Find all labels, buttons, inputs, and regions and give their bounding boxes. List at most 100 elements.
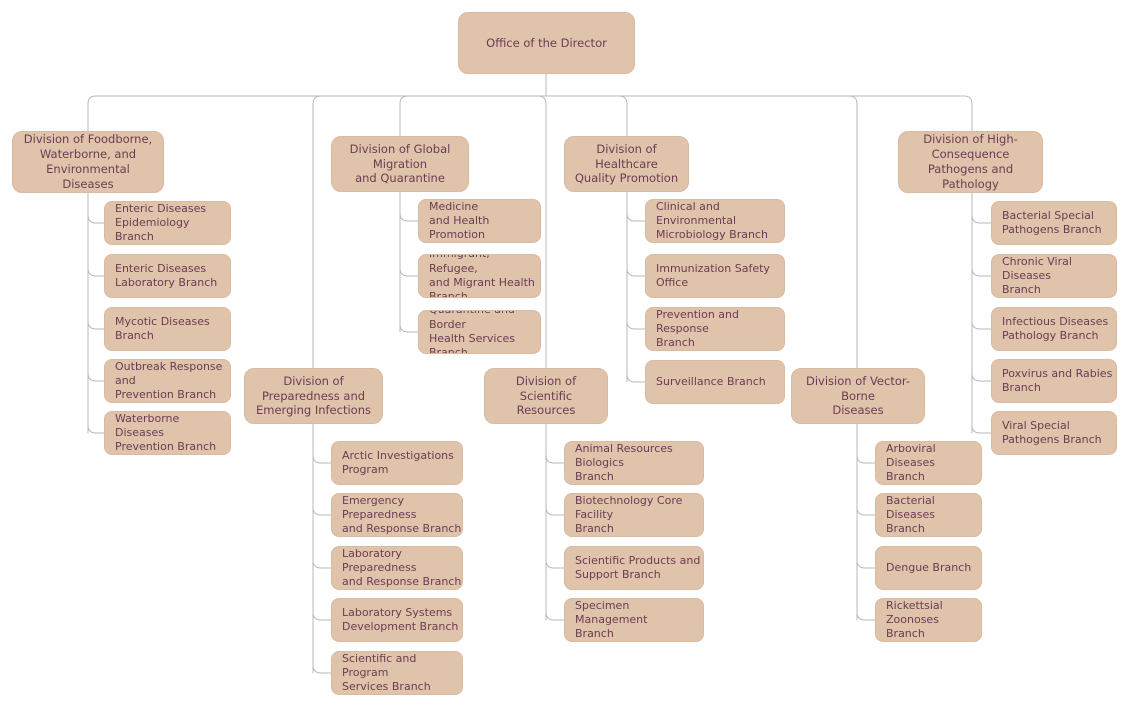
branch-node-high-consequence-1[interactable]: Chronic Viral Diseases Branch	[991, 254, 1117, 298]
division-node-global-migration-label: Division of Global Migration and Quarant…	[349, 141, 451, 186]
division-node-preparedness[interactable]: Division of Preparedness and Emerging In…	[244, 368, 383, 424]
branch-node-scientific-resources-0-label: Animal Resources Biologics Branch	[575, 441, 673, 484]
branch-node-high-consequence-3[interactable]: Poxvirus and Rabies Branch	[991, 359, 1117, 403]
branch-stub-scientific-resources-2	[545, 559, 565, 569]
branch-stub-vector-borne-3	[856, 611, 876, 621]
branch-stub-scientific-resources-1	[545, 506, 565, 516]
division-drop-preparedness	[312, 95, 322, 369]
branch-stub-preparedness-0	[312, 454, 332, 464]
branch-stub-foodborne-2	[87, 320, 105, 330]
division-node-global-migration[interactable]: Division of Global Migration and Quarant…	[331, 136, 469, 192]
division-node-preparedness-label: Division of Preparedness and Emerging In…	[256, 373, 371, 418]
branch-node-high-consequence-1-label: Chronic Viral Diseases Branch	[1002, 254, 1072, 297]
branch-node-healthcare-quality-3[interactable]: Surveillance Branch	[645, 360, 785, 404]
branch-node-preparedness-4[interactable]: Scientific and Program Services Branch	[331, 651, 463, 695]
branch-stub-preparedness-2	[312, 559, 332, 569]
branch-node-high-consequence-2-label: Infectious Diseases Pathology Branch	[1002, 314, 1109, 342]
branch-stub-high-consequence-1	[971, 267, 992, 277]
division-node-vector-borne[interactable]: Division of Vector-Borne Diseases	[791, 368, 925, 424]
branch-node-global-migration-0[interactable]: Geographic Medicine and Health Promotion…	[418, 199, 541, 243]
branch-stub-vector-borne-0	[856, 454, 876, 464]
branch-node-vector-borne-3-label: Rickettsial Zoonoses Branch	[886, 598, 943, 641]
branch-stub-high-consequence-4	[971, 424, 992, 434]
division-node-vector-borne-label: Division of Vector-Borne Diseases	[805, 373, 911, 418]
branch-node-preparedness-3[interactable]: Laboratory Systems Development Branch	[331, 598, 463, 642]
branch-stub-preparedness-4	[312, 664, 332, 674]
branch-node-vector-borne-0[interactable]: Arboviral Diseases Branch	[875, 441, 982, 485]
branch-node-global-migration-1-label: Immigrant, Refugee, and Migrant Health B…	[429, 255, 535, 298]
branch-node-preparedness-1[interactable]: Emergency Preparedness and Response Bran…	[331, 493, 463, 537]
branch-node-preparedness-3-label: Laboratory Systems Development Branch	[342, 605, 459, 633]
branch-stub-vector-borne-2	[856, 559, 876, 569]
branch-node-foodborne-0[interactable]: Enteric Diseases Epidemiology Branch	[104, 201, 231, 245]
branch-node-preparedness-0-label: Arctic Investigations Program	[342, 448, 454, 476]
branch-node-vector-borne-0-label: Arboviral Diseases Branch	[886, 441, 936, 484]
branch-node-healthcare-quality-1[interactable]: Immunization Safety Office	[645, 254, 785, 298]
division-node-high-consequence[interactable]: Division of High- Consequence Pathogens …	[898, 131, 1043, 193]
branch-stub-foodborne-4	[87, 424, 105, 434]
division-node-scientific-resources[interactable]: Division of Scientific Resources	[484, 368, 608, 424]
branch-node-scientific-resources-2[interactable]: Scientific Products and Support Branch	[564, 546, 704, 590]
branch-node-healthcare-quality-1-label: Immunization Safety Office	[656, 261, 770, 289]
branch-stub-high-consequence-0	[971, 214, 992, 224]
branch-stub-healthcare-quality-1	[626, 267, 646, 277]
branch-stub-preparedness-3	[312, 611, 332, 621]
branch-node-scientific-resources-3-label: Specimen Management Branch	[575, 598, 648, 641]
root-node-office-of-the-director[interactable]: Office of the Director	[458, 12, 635, 74]
branch-stub-foodborne-3	[87, 372, 105, 382]
division-node-healthcare-quality[interactable]: Division of Healthcare Quality Promotion	[564, 136, 689, 192]
branch-node-foodborne-2-label: Mycotic Diseases Branch	[115, 314, 210, 342]
division-drop-foodborne	[87, 95, 97, 132]
branch-node-preparedness-2-label: Laboratory Preparedness and Response Bra…	[342, 546, 462, 589]
branch-stub-foodborne-1	[87, 267, 105, 277]
branch-node-healthcare-quality-3-label: Surveillance Branch	[656, 374, 766, 388]
division-drop-global-migration	[399, 95, 409, 137]
branch-node-global-migration-1[interactable]: Immigrant, Refugee, and Migrant Health B…	[418, 254, 541, 298]
branch-node-scientific-resources-3[interactable]: Specimen Management Branch	[564, 598, 704, 642]
branch-node-foodborne-1[interactable]: Enteric Diseases Laboratory Branch	[104, 254, 231, 298]
division-drop-high-consequence	[963, 95, 973, 132]
branch-node-foodborne-3-label: Outbreak Response and Prevention Branch	[115, 359, 223, 402]
branch-node-high-consequence-4[interactable]: Viral Special Pathogens Branch	[991, 411, 1117, 455]
division-node-foodborne-label: Division of Foodborne, Waterborne, and E…	[23, 132, 153, 191]
branch-node-preparedness-2[interactable]: Laboratory Preparedness and Response Bra…	[331, 546, 463, 590]
branch-node-healthcare-quality-2[interactable]: Prevention and Response Branch	[645, 307, 785, 351]
branch-node-scientific-resources-0[interactable]: Animal Resources Biologics Branch	[564, 441, 704, 485]
division-node-high-consequence-label: Division of High- Consequence Pathogens …	[923, 132, 1018, 191]
division-node-scientific-resources-label: Division of Scientific Resources	[515, 373, 577, 418]
branch-stub-global-migration-1	[399, 267, 419, 277]
branch-node-foodborne-2[interactable]: Mycotic Diseases Branch	[104, 307, 231, 351]
branch-node-vector-borne-3[interactable]: Rickettsial Zoonoses Branch	[875, 598, 982, 642]
branch-node-high-consequence-0[interactable]: Bacterial Special Pathogens Branch	[991, 201, 1117, 245]
branch-stub-global-migration-2	[399, 323, 419, 333]
branch-node-global-migration-2[interactable]: Quarantine and Border Health Services Br…	[418, 310, 541, 354]
division-node-foodborne[interactable]: Division of Foodborne, Waterborne, and E…	[12, 131, 164, 193]
branch-node-foodborne-4-label: Waterborne Diseases Prevention Branch	[115, 411, 217, 454]
branch-node-vector-borne-1[interactable]: Bacterial Diseases Branch	[875, 493, 982, 537]
branch-node-vector-borne-2[interactable]: Dengue Branch	[875, 546, 982, 590]
branch-node-healthcare-quality-0[interactable]: Clinical and Environmental Microbiology …	[645, 199, 785, 243]
branch-node-healthcare-quality-0-label: Clinical and Environmental Microbiology …	[656, 199, 768, 242]
branch-node-high-consequence-0-label: Bacterial Special Pathogens Branch	[1002, 208, 1102, 236]
branch-node-preparedness-4-label: Scientific and Program Services Branch	[342, 651, 431, 694]
branch-node-foodborne-4[interactable]: Waterborne Diseases Prevention Branch	[104, 411, 231, 455]
branch-node-foodborne-3[interactable]: Outbreak Response and Prevention Branch	[104, 359, 231, 403]
branch-stub-high-consequence-3	[971, 372, 992, 382]
branch-node-scientific-resources-1-label: Biotechnology Core Facility Branch	[575, 493, 683, 536]
branch-stub-healthcare-quality-3	[626, 373, 646, 383]
branch-node-global-migration-0-label: Geographic Medicine and Health Promotion…	[429, 199, 490, 242]
branch-stub-foodborne-0	[87, 214, 105, 224]
branch-node-high-consequence-2[interactable]: Infectious Diseases Pathology Branch	[991, 307, 1117, 351]
branch-node-healthcare-quality-2-label: Prevention and Response Branch	[656, 307, 739, 350]
branch-stub-high-consequence-2	[971, 320, 992, 330]
branch-node-vector-borne-1-label: Bacterial Diseases Branch	[886, 493, 935, 536]
branch-node-preparedness-0[interactable]: Arctic Investigations Program	[331, 441, 463, 485]
branch-stub-vector-borne-1	[856, 506, 876, 516]
branch-stub-healthcare-quality-2	[626, 320, 646, 330]
branch-stub-scientific-resources-0	[545, 454, 565, 464]
root-node-office-of-the-director-label: Office of the Director	[486, 35, 607, 50]
branch-node-vector-borne-2-label: Dengue Branch	[886, 560, 972, 574]
branch-node-scientific-resources-1[interactable]: Biotechnology Core Facility Branch	[564, 493, 704, 537]
org-chart: Office of the Director Division of Foodbo…	[0, 0, 1132, 708]
branch-node-foodborne-1-label: Enteric Diseases Laboratory Branch	[115, 261, 218, 289]
